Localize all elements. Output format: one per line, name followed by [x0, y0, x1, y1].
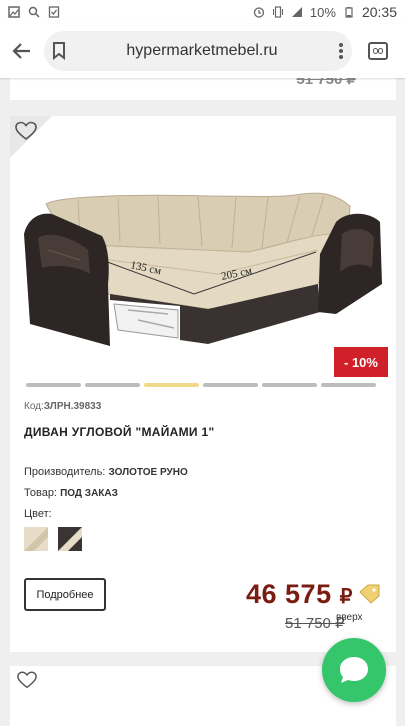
gallery-dot[interactable]	[321, 383, 376, 387]
back-arrow-icon	[12, 43, 30, 59]
gallery-dot[interactable]	[85, 383, 140, 387]
gallery-dot[interactable]	[262, 383, 317, 387]
product-code: Код:ЗЛРН.39833	[24, 401, 101, 412]
price-value: 46 575	[246, 579, 332, 609]
manufacturer-value: ЗОЛОТОЕ РУНО	[108, 467, 188, 478]
status-bar: 10% 20:35	[0, 0, 405, 24]
chat-bubble-icon	[340, 657, 368, 683]
bookmark-icon[interactable]	[52, 42, 66, 60]
alarm-icon	[253, 7, 265, 18]
price-tag-icon	[359, 584, 380, 604]
previous-old-price: 51 750 ₽	[296, 78, 356, 88]
url-text[interactable]: hypermarketmebel.ru	[66, 42, 338, 60]
color-swatch-dark[interactable]	[58, 527, 82, 551]
price-currency: ₽	[339, 586, 353, 608]
code-value: ЗЛРН.39833	[43, 401, 102, 412]
tabs-icon	[368, 42, 388, 60]
product-photo[interactable]: 135 см 205 см	[18, 134, 388, 370]
product-title[interactable]: ДИВАН УГЛОВОЙ "МАЙАМИ 1"	[24, 425, 214, 439]
details-button[interactable]: Подробнее	[24, 578, 106, 611]
browser-toolbar: hypermarketmebel.ru	[0, 24, 405, 78]
gallery-dot-active[interactable]	[144, 383, 199, 387]
goods-label: Товар:	[24, 487, 57, 499]
tabs-button[interactable]	[352, 24, 404, 78]
vibrate-icon	[272, 6, 283, 18]
price: 46 575 ₽	[246, 579, 353, 610]
heart-icon[interactable]	[16, 670, 38, 690]
code-label: Код:	[24, 401, 44, 412]
product-card[interactable]: 135 см 205 см - 10% Код:ЗЛРН.39833 ДИВАН…	[10, 116, 396, 652]
goods-value: ПОД ЗАКАЗ	[60, 488, 118, 499]
back-button[interactable]	[0, 24, 44, 78]
color-label: Цвет:	[24, 508, 52, 520]
gallery-dot[interactable]	[203, 383, 258, 387]
clock: 20:35	[361, 4, 397, 20]
scroll-to-top-link[interactable]: вверх	[336, 612, 363, 623]
battery-icon	[345, 7, 353, 18]
url-bar[interactable]: hypermarketmebel.ru	[44, 31, 352, 71]
checkbox-icon	[48, 6, 60, 18]
manufacturer-label: Производитель:	[24, 466, 106, 478]
search-icon	[28, 6, 40, 18]
more-vertical-icon[interactable]	[338, 42, 344, 60]
previous-product-card: 51 750 ₽	[10, 78, 396, 100]
color-swatch-beige[interactable]	[24, 527, 48, 551]
goods-row: Товар: ПОД ЗАКАЗ	[24, 487, 118, 499]
gallery-icon	[8, 6, 20, 18]
battery-percent: 10%	[309, 4, 336, 20]
manufacturer-row: Производитель: ЗОЛОТОЕ РУНО	[24, 466, 188, 478]
gallery-indicator	[26, 383, 376, 387]
signal-icon	[291, 7, 302, 17]
discount-badge: - 10%	[334, 347, 388, 377]
gallery-dot[interactable]	[26, 383, 81, 387]
chat-button[interactable]	[322, 638, 386, 702]
